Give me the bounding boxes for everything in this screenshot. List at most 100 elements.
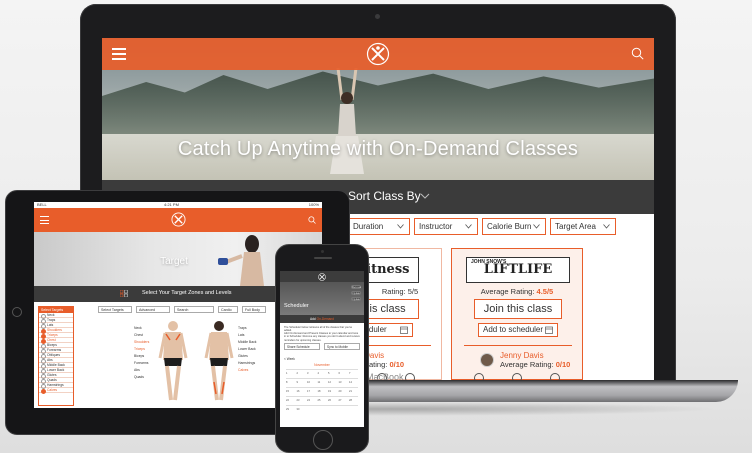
battery-level: 100% bbox=[308, 202, 319, 207]
calendar-day[interactable]: 8 bbox=[286, 381, 287, 384]
calendar-day[interactable]: 27 bbox=[339, 399, 342, 402]
search-icon[interactable] bbox=[631, 47, 644, 60]
calendar-day[interactable]: 11 bbox=[318, 381, 321, 384]
body-zone-label[interactable]: Calves bbox=[238, 368, 248, 372]
calendar-day[interactable]: 26 bbox=[328, 399, 331, 402]
calendar-day[interactable]: 4 bbox=[318, 372, 319, 375]
scheduler-bar-highlight[interactable]: On-Demand bbox=[317, 317, 334, 321]
scheduler-description: Add On-Demand and Present Classes to you… bbox=[284, 332, 360, 342]
target-list-item[interactable]: Calves bbox=[39, 388, 73, 394]
body-zone-label[interactable]: Hamstrings bbox=[238, 361, 255, 365]
filter-full-body[interactable]: Full Body bbox=[242, 306, 266, 313]
body-zone-label[interactable]: Chest bbox=[134, 333, 143, 337]
hero-banner: Remove Update Update Scheduler bbox=[280, 271, 364, 315]
add-to-scheduler-button[interactable]: Add to scheduler bbox=[478, 323, 558, 337]
menu-icon[interactable] bbox=[112, 48, 126, 60]
calendar-day[interactable]: 19 bbox=[328, 390, 331, 393]
phone-screen: Remove Update Update Scheduler Add On-De… bbox=[280, 271, 364, 427]
update-button[interactable]: Update bbox=[351, 297, 361, 301]
calendar-day[interactable]: 3 bbox=[307, 372, 308, 375]
filter-instructor[interactable]: Instructor bbox=[414, 218, 478, 235]
top-nav-bar bbox=[102, 38, 654, 70]
join-class-button[interactable]: Join this class bbox=[474, 299, 562, 319]
menu-icon[interactable] bbox=[40, 216, 49, 224]
calendar-day[interactable]: 15 bbox=[286, 390, 289, 393]
sync-to-mobile-button[interactable]: Sync to Mobile bbox=[324, 343, 360, 350]
calendar-day[interactable]: 28 bbox=[349, 399, 352, 402]
target-list: Select Targets Neck Traps Lats Shoulders Tri… bbox=[38, 306, 74, 406]
calendar-day[interactable]: 17 bbox=[307, 390, 310, 393]
calendar-week-row: 1 2 3 4 5 6 7 bbox=[286, 369, 358, 377]
logo-icon[interactable] bbox=[366, 42, 390, 66]
calendar-day[interactable]: 18 bbox=[318, 390, 321, 393]
calendar-day[interactable]: 5 bbox=[328, 372, 329, 375]
search-input[interactable]: Search bbox=[174, 306, 214, 313]
laptop-camera bbox=[375, 14, 380, 19]
filter-label: Calorie Burn bbox=[487, 222, 532, 231]
body-zone-label[interactable]: Middle Back bbox=[238, 340, 256, 344]
calendar-day[interactable]: 14 bbox=[349, 381, 352, 384]
filter-duration[interactable]: Duration bbox=[348, 218, 410, 235]
logo-icon[interactable] bbox=[171, 212, 186, 227]
body-zone-label[interactable]: Forearms bbox=[134, 361, 149, 365]
body-zone-label[interactable]: Abs bbox=[134, 368, 140, 372]
workout-icon bbox=[474, 373, 484, 380]
calendar-day[interactable]: 20 bbox=[339, 390, 342, 393]
calendar-day[interactable]: 12 bbox=[328, 381, 331, 384]
page-title: Scheduler bbox=[284, 303, 309, 309]
workout-icon bbox=[405, 373, 415, 380]
class-logo-subtitle: JOHN SNOW'S bbox=[471, 259, 507, 265]
logo-icon[interactable] bbox=[318, 273, 326, 281]
chevron-down-icon bbox=[465, 224, 472, 229]
calendar-day[interactable]: 24 bbox=[307, 399, 310, 402]
calendar-day[interactable]: 2 bbox=[297, 372, 298, 375]
instructor-rating: Average Rating: 0/10 bbox=[500, 360, 570, 369]
chevron-down-icon bbox=[533, 224, 540, 229]
calendar-day[interactable]: 25 bbox=[318, 399, 321, 402]
body-zone-label[interactable]: Quads bbox=[134, 375, 144, 379]
filter-advanced[interactable]: Advanced bbox=[136, 306, 170, 313]
calendar-day[interactable]: 23 bbox=[297, 399, 300, 402]
search-icon[interactable] bbox=[308, 216, 316, 224]
calendar-day[interactable]: 10 bbox=[307, 381, 310, 384]
sort-label[interactable]: Sort Class By bbox=[348, 189, 421, 203]
instructor-name[interactable]: Jenny Davis bbox=[500, 351, 544, 360]
calendar-day[interactable]: 13 bbox=[339, 381, 342, 384]
body-zone-label[interactable]: Neck bbox=[134, 326, 142, 330]
calendar-day[interactable]: 1 bbox=[286, 372, 287, 375]
calendar-week-row: 15 16 17 18 19 20 21 bbox=[286, 387, 358, 395]
body-zone-label[interactable]: Shoulders bbox=[134, 340, 149, 344]
remove-button[interactable]: Remove bbox=[351, 285, 361, 289]
body-zone-label[interactable]: Traps bbox=[238, 326, 247, 330]
workout-icon bbox=[512, 373, 522, 380]
calendar-day[interactable]: 7 bbox=[349, 372, 350, 375]
calendar-day[interactable]: 22 bbox=[286, 399, 289, 402]
body-zone-label[interactable]: Lower Back bbox=[238, 347, 256, 351]
body-zone-label[interactable]: Triceps bbox=[134, 347, 145, 351]
calendar-icon bbox=[545, 326, 553, 334]
filter-select-targets[interactable]: Select Targets bbox=[98, 306, 132, 313]
calendar-day[interactable]: 9 bbox=[297, 381, 298, 384]
calendar-day[interactable]: 6 bbox=[339, 372, 340, 375]
calendar-day[interactable]: 16 bbox=[297, 390, 300, 393]
carrier-label: BELL bbox=[37, 202, 47, 207]
update-button[interactable]: Update bbox=[351, 291, 361, 295]
filter-calorie-burn[interactable]: Calorie Burn bbox=[482, 218, 546, 235]
calendar-day[interactable]: 29 bbox=[286, 408, 289, 411]
tablet-home-button[interactable] bbox=[12, 307, 22, 317]
phone-home-button[interactable] bbox=[313, 430, 333, 450]
calendar-day[interactable]: 21 bbox=[349, 390, 352, 393]
filter-label: Target Area bbox=[555, 222, 596, 231]
chevron-down-icon[interactable] bbox=[420, 193, 430, 200]
filter-cardio[interactable]: Cardio bbox=[218, 306, 238, 313]
share-schedule-button[interactable]: Share Schedule bbox=[284, 343, 320, 350]
calendar-week-row: 22 23 24 25 26 27 28 bbox=[286, 396, 358, 404]
calendar-view-toggle[interactable]: < Week bbox=[284, 357, 295, 361]
filter-target-area[interactable]: Target Area bbox=[550, 218, 616, 235]
body-zone-label[interactable]: Biceps bbox=[134, 354, 144, 358]
body-zone-label[interactable]: Glutes bbox=[238, 354, 248, 358]
body-zone-label[interactable]: Lats bbox=[238, 333, 244, 337]
calendar-day[interactable]: 30 bbox=[297, 408, 300, 411]
laptop-brand: MacBook bbox=[366, 372, 404, 382]
class-card-highlighted: JOHN SNOW'S LIFTLIFE Average Rating: 4.5… bbox=[451, 248, 583, 380]
